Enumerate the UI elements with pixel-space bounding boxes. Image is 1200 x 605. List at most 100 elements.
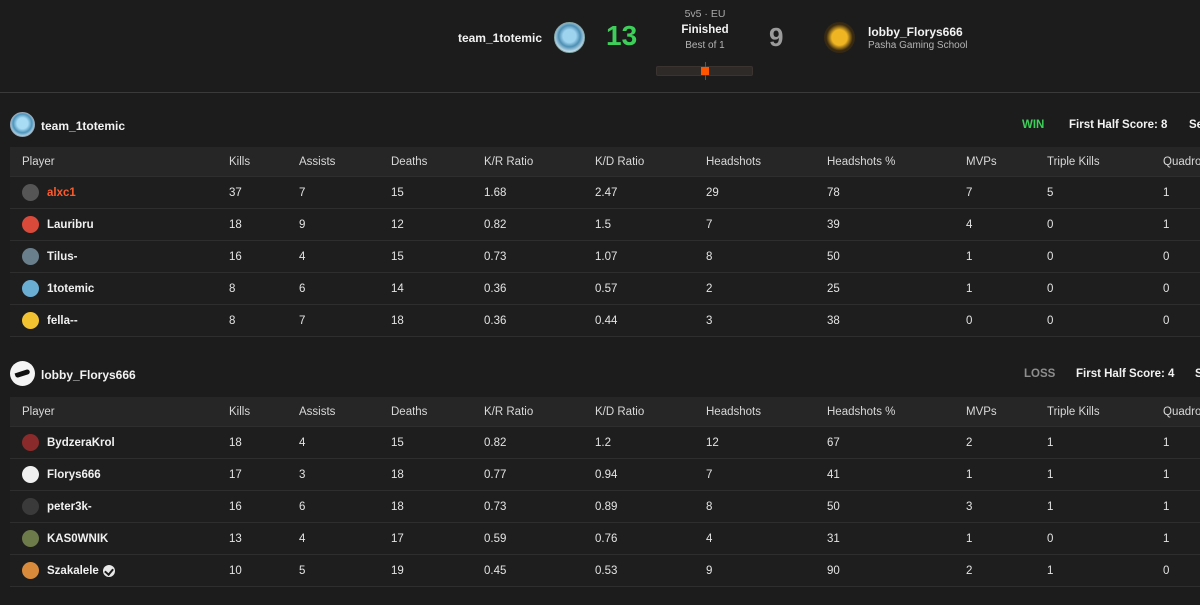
team2-score: 9 [769, 22, 784, 52]
column-header[interactable]: Headshots % [827, 397, 895, 426]
stat-cell: 0.57 [595, 282, 618, 295]
player-name[interactable]: BydzeraKrol [47, 437, 115, 449]
stat-cell: 7 [299, 314, 306, 327]
player-row[interactable]: fella-- 8 7 18 0.36 0.44 3 38 0 0 0 [10, 305, 1200, 337]
column-header[interactable]: Assists [299, 147, 335, 176]
column-header[interactable]: Kills [229, 147, 250, 176]
player-row[interactable]: peter3k- 16 6 18 0.73 0.89 8 50 3 1 1 [10, 491, 1200, 523]
stat-cell: 9 [706, 564, 713, 577]
player-avatar[interactable] [22, 216, 39, 233]
team2-avatar[interactable] [10, 361, 35, 386]
stat-cell: 6 [299, 500, 306, 513]
stat-cell: 1 [966, 250, 973, 263]
column-header[interactable]: K/R Ratio [484, 397, 533, 426]
player-avatar[interactable] [22, 530, 39, 547]
player-name[interactable]: KAS0WNIK [47, 533, 108, 545]
player-row[interactable]: 1totemic 8 6 14 0.36 0.57 2 25 1 0 0 [10, 273, 1200, 305]
team1-second-half-score: Se [1189, 119, 1200, 131]
match-header: team_1totemic 13 5v5 · EU Finished Best … [0, 0, 1200, 93]
column-header[interactable]: K/R Ratio [484, 147, 533, 176]
player-avatar[interactable] [22, 248, 39, 265]
stat-cell: 8 [706, 500, 713, 513]
team2-result: LOSS [1024, 368, 1056, 380]
player-avatar[interactable] [22, 184, 39, 201]
player-row[interactable]: KAS0WNIK 13 4 17 0.59 0.76 4 31 1 0 1 [10, 523, 1200, 555]
player-avatar[interactable] [22, 466, 39, 483]
player-name[interactable]: fella-- [47, 315, 78, 327]
team2-section-name[interactable]: lobby_Florys666 [41, 368, 136, 382]
player-name[interactable]: Florys666 [47, 469, 101, 481]
stat-cell: 0 [1163, 314, 1170, 327]
stat-cell: 1 [966, 532, 973, 545]
stat-cell: 50 [827, 500, 840, 513]
player-cell[interactable]: Florys666 [22, 459, 101, 490]
column-header[interactable]: MVPs [966, 147, 997, 176]
player-row[interactable]: alxc1 37 7 15 1.68 2.47 29 78 7 5 1 [10, 177, 1200, 209]
stat-cell: 41 [827, 468, 840, 481]
player-avatar[interactable] [22, 434, 39, 451]
stat-cell: 9 [299, 218, 306, 231]
column-header[interactable]: Quadro [1163, 397, 1200, 426]
team1-name[interactable]: team_1totemic [458, 31, 542, 45]
team2-logo[interactable] [824, 22, 855, 53]
column-header[interactable]: K/D Ratio [595, 397, 644, 426]
column-header[interactable]: Player [22, 147, 55, 176]
player-row[interactable]: Lauribru 18 9 12 0.82 1.5 7 39 4 0 1 [10, 209, 1200, 241]
player-row[interactable]: BydzeraKrol 18 4 15 0.82 1.2 12 67 2 1 1 [10, 427, 1200, 459]
column-header[interactable]: K/D Ratio [595, 147, 644, 176]
player-name[interactable]: Tilus- [47, 251, 77, 263]
stat-cell: 0.44 [595, 314, 618, 327]
team2-summary: lobby_Florys666 LOSS First Half Score: 4… [0, 358, 1200, 390]
player-cell[interactable]: 1totemic [22, 273, 94, 304]
player-avatar[interactable] [22, 562, 39, 579]
stat-cell: 37 [229, 186, 242, 199]
column-header[interactable]: Quadro [1163, 147, 1200, 176]
table-header-row: Player Kills Assists Deaths K/R Ratio K/D Rat… [10, 147, 1200, 177]
column-header[interactable]: Deaths [391, 147, 427, 176]
stat-cell: 12 [391, 218, 404, 231]
column-header[interactable]: Headshots % [827, 147, 895, 176]
stat-cell: 8 [706, 250, 713, 263]
stat-cell: 1 [1163, 218, 1170, 231]
player-cell[interactable]: fella-- [22, 305, 78, 336]
player-avatar[interactable] [22, 280, 39, 297]
column-header[interactable]: Triple Kills [1047, 147, 1100, 176]
team1-avatar[interactable] [10, 112, 35, 137]
stat-cell: 6 [299, 282, 306, 295]
column-header[interactable]: Headshots [706, 147, 761, 176]
player-cell[interactable]: alxc1 [22, 177, 76, 208]
stat-cell: 0.76 [595, 532, 618, 545]
player-cell[interactable]: Tilus- [22, 241, 77, 272]
column-header[interactable]: Triple Kills [1047, 397, 1100, 426]
player-name[interactable]: Szakalele [47, 565, 99, 577]
team1-logo[interactable] [554, 22, 585, 53]
stat-cell: 0.59 [484, 532, 507, 545]
column-header[interactable]: Headshots [706, 397, 761, 426]
stat-cell: 4 [706, 532, 713, 545]
stat-cell: 0.36 [484, 314, 507, 327]
player-cell[interactable]: Szakalele [22, 555, 115, 586]
column-header[interactable]: MVPs [966, 397, 997, 426]
player-row[interactable]: Florys666 17 3 18 0.77 0.94 7 41 1 1 1 [10, 459, 1200, 491]
team2-name[interactable]: lobby_Florys666 [868, 25, 963, 39]
player-cell[interactable]: peter3k- [22, 491, 92, 522]
stat-cell: 19 [391, 564, 404, 577]
player-name[interactable]: 1totemic [47, 283, 94, 295]
team1-section-name[interactable]: team_1totemic [41, 119, 125, 133]
column-header[interactable]: Kills [229, 397, 250, 426]
stat-cell: 4 [299, 532, 306, 545]
player-cell[interactable]: BydzeraKrol [22, 427, 115, 458]
column-header[interactable]: Deaths [391, 397, 427, 426]
player-avatar[interactable] [22, 498, 39, 515]
player-cell[interactable]: Lauribru [22, 209, 94, 240]
player-row[interactable]: Tilus- 16 4 15 0.73 1.07 8 50 1 0 0 [10, 241, 1200, 273]
column-header[interactable]: Player [22, 397, 55, 426]
stat-cell: 13 [229, 532, 242, 545]
player-name[interactable]: peter3k- [47, 501, 92, 513]
player-name[interactable]: alxc1 [47, 187, 76, 199]
player-row[interactable]: Szakalele 10 5 19 0.45 0.53 9 90 2 1 0 [10, 555, 1200, 587]
column-header[interactable]: Assists [299, 397, 335, 426]
player-avatar[interactable] [22, 312, 39, 329]
player-name[interactable]: Lauribru [47, 219, 94, 231]
player-cell[interactable]: KAS0WNIK [22, 523, 108, 554]
